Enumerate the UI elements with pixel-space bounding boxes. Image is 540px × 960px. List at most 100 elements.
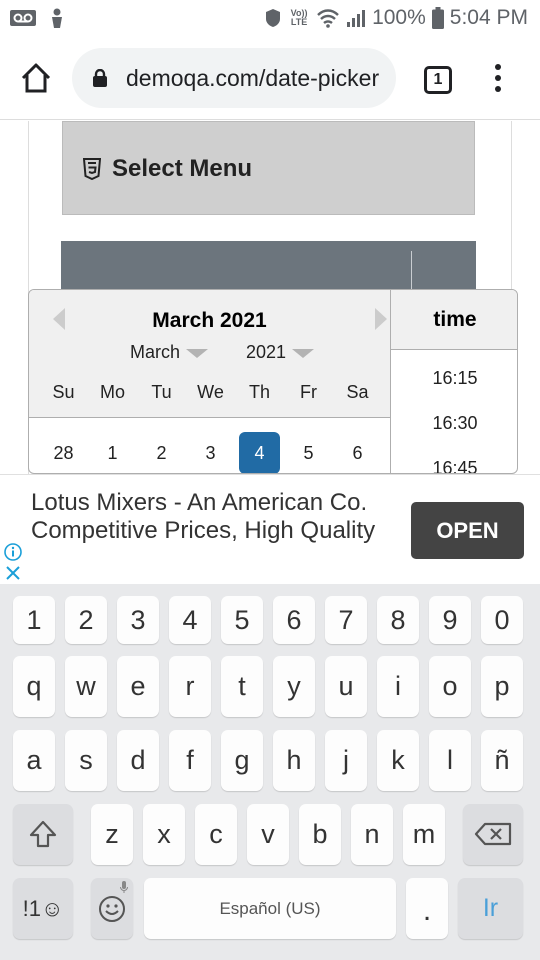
key-b[interactable]: b	[299, 804, 341, 865]
key-j[interactable]: j	[325, 730, 367, 791]
key-p[interactable]: p	[481, 656, 523, 717]
time-option[interactable]: 16:15	[391, 356, 517, 401]
url-text: demoqa.com/date-picker	[126, 65, 380, 91]
key-8[interactable]: 8	[377, 596, 419, 644]
symbols-key[interactable]: !1☺	[13, 878, 73, 939]
person-icon	[52, 8, 62, 28]
ad-open-button[interactable]: OPEN	[411, 502, 524, 559]
shift-icon	[29, 820, 57, 848]
key-q[interactable]: q	[13, 656, 55, 717]
status-bar: Vo)) LTE 100% 5:04 PM	[0, 0, 540, 36]
day-cell[interactable]: 6	[333, 432, 382, 473]
period-key[interactable]: .	[406, 878, 448, 939]
day-cell[interactable]: 28	[39, 432, 88, 473]
key-6[interactable]: 6	[273, 596, 315, 644]
wifi-icon	[317, 9, 339, 28]
key-n[interactable]: n	[351, 804, 393, 865]
address-bar[interactable]: demoqa.com/date-picker	[72, 48, 396, 108]
date-picker-header: March 2021 March 2021 Su Mo Tu We Th Fr …	[29, 290, 390, 418]
key-t[interactable]: t	[221, 656, 263, 717]
battery-icon	[431, 7, 444, 29]
mic-icon	[120, 881, 128, 893]
key-v[interactable]: v	[247, 804, 289, 865]
ad-close-icon[interactable]	[5, 565, 21, 581]
key-l[interactable]: l	[429, 730, 471, 791]
browser-toolbar: demoqa.com/date-picker 1	[0, 36, 540, 120]
volte-indicator: Vo)) LTE	[290, 8, 308, 27]
weekday-label: We	[197, 382, 224, 402]
key-u[interactable]: u	[325, 656, 367, 717]
emoji-key[interactable]	[91, 878, 133, 939]
key-g[interactable]: g	[221, 730, 263, 791]
key-d[interactable]: d	[117, 730, 159, 791]
chevron-down-icon	[292, 348, 315, 358]
day-cell[interactable]: 2	[137, 432, 186, 473]
key-4[interactable]: 4	[169, 596, 211, 644]
key-o[interactable]: o	[429, 656, 471, 717]
key-w[interactable]: w	[65, 656, 107, 717]
year-dropdown[interactable]: 2021	[246, 342, 315, 363]
weekday-label: Mo	[99, 382, 125, 402]
key-1[interactable]: 1	[13, 596, 55, 644]
weekday-label: Sa	[346, 382, 369, 402]
key-0[interactable]: 0	[481, 596, 523, 644]
key-z[interactable]: z	[91, 804, 133, 865]
ad-banner[interactable]: Lotus Mixers - An American Co. Competiti…	[0, 474, 540, 584]
month-dropdown-value: March	[130, 342, 181, 362]
month-dropdown[interactable]: March	[130, 342, 209, 363]
on-screen-keyboard: 1 2 3 4 5 6 7 8 9 0 q w e r t y u i o p …	[0, 584, 540, 960]
weekday-label: Fr	[300, 382, 317, 402]
current-month-label: March 2021	[152, 309, 267, 332]
key-3[interactable]: 3	[117, 596, 159, 644]
key-i[interactable]: i	[377, 656, 419, 717]
time-list[interactable]: 16:15 16:30 16:45	[391, 356, 517, 473]
time-column: time 16:15 16:30 16:45	[390, 290, 517, 473]
home-icon[interactable]	[18, 60, 54, 96]
key-2[interactable]: 2	[65, 596, 107, 644]
day-cell[interactable]: 1	[88, 432, 137, 473]
select-menu-item[interactable]: Select Menu	[62, 121, 475, 215]
key-h[interactable]: h	[273, 730, 315, 791]
backspace-key[interactable]	[463, 804, 523, 865]
more-options-icon[interactable]	[490, 64, 506, 96]
key-s[interactable]: s	[65, 730, 107, 791]
key-k[interactable]: k	[377, 730, 419, 791]
voicemail-icon	[10, 10, 36, 26]
backspace-icon	[474, 822, 512, 846]
weekday-header-row: Su Mo Tu We Th Fr Sa	[39, 382, 382, 403]
key-7[interactable]: 7	[325, 596, 367, 644]
tab-switcher-button[interactable]: 1	[424, 66, 452, 94]
time-option[interactable]: 16:45	[391, 446, 517, 473]
date-picker-popup: March 2021 March 2021 Su Mo Tu We Th Fr …	[28, 289, 518, 474]
battery-percent: 100%	[372, 6, 426, 29]
key-5[interactable]: 5	[221, 596, 263, 644]
day-cell[interactable]: 5	[284, 432, 333, 473]
selected-day-cell[interactable]: 4	[239, 432, 280, 473]
space-bar[interactable]: Español (US)	[144, 878, 396, 939]
day-cell[interactable]: 3	[186, 432, 235, 473]
key-f[interactable]: f	[169, 730, 211, 791]
key-y[interactable]: y	[273, 656, 315, 717]
ad-text[interactable]: Lotus Mixers - An American Co. Competiti…	[31, 489, 391, 545]
key-c[interactable]: c	[195, 804, 237, 865]
status-right-icons: Vo)) LTE 100% 5:04 PM	[264, 6, 528, 30]
shift-key[interactable]	[13, 804, 73, 865]
status-left-icons	[10, 8, 64, 28]
chevron-down-icon	[186, 348, 209, 358]
key-x[interactable]: x	[143, 804, 185, 865]
time-option[interactable]: 16:30	[391, 401, 517, 446]
ad-info-icon[interactable]	[4, 543, 22, 561]
html5-icon	[83, 158, 101, 180]
select-menu-label: Select Menu	[112, 155, 253, 182]
key-m[interactable]: m	[403, 804, 445, 865]
signal-icon	[347, 10, 366, 27]
key-9[interactable]: 9	[429, 596, 471, 644]
key-a[interactable]: a	[13, 730, 55, 791]
weekday-label: Tu	[151, 382, 172, 402]
year-dropdown-value: 2021	[246, 342, 287, 362]
time-header: time	[391, 290, 517, 350]
key-e[interactable]: e	[117, 656, 159, 717]
enter-key[interactable]: Ir	[458, 878, 523, 939]
key-n-tilde[interactable]: ñ	[481, 730, 523, 791]
key-r[interactable]: r	[169, 656, 211, 717]
